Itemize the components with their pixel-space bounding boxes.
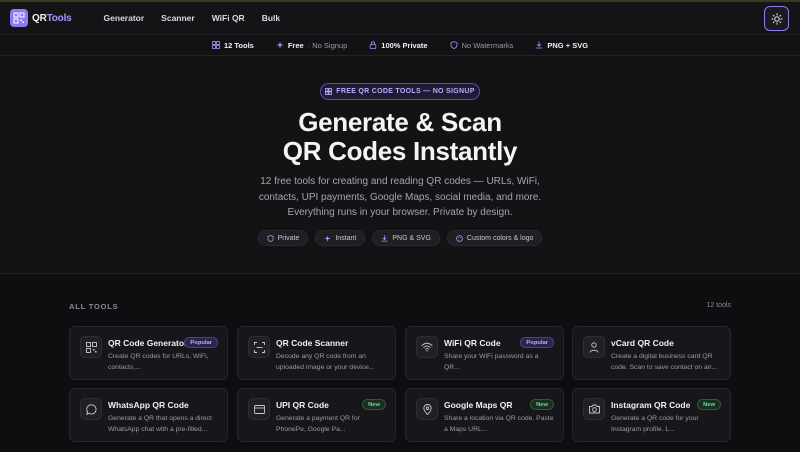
chip-label: Custom colors & logo [466,234,534,242]
card-title: vCard QR Code [611,338,674,348]
feature-no-watermarks: No Watermarks [450,40,514,50]
tools-count: 12 tools [706,302,731,309]
theme-toggle-button[interactable] [764,6,789,31]
top-navbar: QRTools Generator Scanner WiFi QR Bulk [0,2,800,35]
grid-icon [212,41,220,49]
tool-card-qr-generator[interactable]: QR Code Generator Create QR codes for UR… [69,326,228,380]
card-description: Create a digital business card QR code. … [611,353,718,371]
chat-icon [80,398,102,420]
card-description: Share a location via QR code. Paste a Ma… [444,415,554,433]
hero-title-line2: QR Codes Instantly [282,136,518,166]
shield-icon [267,234,274,242]
feature-free: Free · No Signup [276,41,347,50]
card-icon [248,398,270,420]
chip-custom-colors: Custom colors & logo [446,230,543,246]
chip-label: Instant [335,234,357,242]
feature-formats: PNG + SVG [535,41,588,50]
shield-icon [450,41,457,49]
qr-icon [80,336,102,358]
chip-label: Private [277,234,300,242]
card-description: Generate a payment QR for PhonePe, Googl… [276,415,360,433]
tool-card-whatsapp-qr[interactable]: WhatsApp QR Code Generate a QR that open… [69,388,228,442]
card-description: Create QR codes for URLs, WiFi, contacts… [108,353,209,371]
hero-title: Generate & Scan QR Codes Instantly [0,108,800,166]
logo-icon[interactable] [10,9,28,27]
card-title: QR Code Scanner [276,338,349,348]
main-nav: Generator Scanner WiFi QR Bulk [104,13,281,23]
sparkle-icon [324,234,331,242]
card-title: UPI QR Code [276,400,329,410]
palette-icon [456,234,463,242]
new-badge: New [697,399,721,410]
tool-card-upi-qr[interactable]: UPI QR Code Generate a payment QR for Ph… [237,388,396,442]
popular-badge: Popular [184,337,218,348]
chip-private: Private [257,230,309,246]
new-badge: New [530,399,554,410]
nav-wifi-qr[interactable]: WiFi QR [212,13,245,23]
sun-icon [770,12,783,25]
scan-icon [248,336,270,358]
tool-card-instagram-qr[interactable]: Instagram QR Code Generate a QR code for… [572,388,731,442]
tool-card-wifi-qr[interactable]: WiFi QR Code Share your WiFi password as… [405,326,564,380]
nav-generator[interactable]: Generator [104,13,145,23]
section-label: ALL TOOLS [69,302,119,311]
nav-bulk[interactable]: Bulk [262,13,280,23]
card-title: Google Maps QR [444,400,513,410]
wifi-icon [416,336,438,358]
hero-title-line1: Generate & Scan [298,107,502,137]
card-title: QR Code Generator [108,338,188,348]
card-title: WiFi QR Code [444,338,501,348]
sparkle-icon [276,41,284,49]
logo-suffix: Tools [46,12,72,24]
download-icon [535,41,543,49]
feature-label: 12 Tools [223,40,254,50]
chip-instant: Instant [315,230,366,246]
lock-icon [370,41,377,49]
chip-label: PNG & SVG [392,234,431,242]
card-title: Instagram QR Code [611,400,691,410]
card-description: Share your WiFi password as a QR... [444,353,539,371]
chip-png-svg: PNG & SVG [372,230,440,246]
feature-label: 100% Private [381,40,428,50]
person-icon [583,336,605,358]
tool-card-qr-scanner[interactable]: QR Code Scanner Decode any QR code from … [237,326,396,380]
hero-section: FREE QR CODE TOOLS — NO SIGNUP Generate … [0,56,800,274]
feature-label: PNG + SVG [547,40,589,50]
tool-card-vcard-qr[interactable]: vCard QR Code Create a digital business … [572,326,731,380]
card-description: Generate a QR that opens a direct WhatsA… [108,415,212,433]
hero-subtitle: 12 free tools for creating and reading Q… [258,176,542,218]
grid-icon [325,88,333,95]
popular-badge: Popular [520,337,554,348]
logo-prefix: QR [32,12,47,24]
card-title: WhatsApp QR Code [108,400,189,410]
feature-label: No Watermarks [461,40,514,50]
hero-chips: Private Instant PNG & SVG Custom colors … [0,230,800,246]
feature-private: 100% Private [369,40,428,50]
camera-icon [583,398,605,420]
pin-icon [416,398,438,420]
card-description: Generate a QR code for your Instagram pr… [611,415,699,433]
logo-text[interactable]: QRTools [32,13,72,24]
tool-card-google-maps-qr[interactable]: Google Maps QR Share a location via QR c… [405,388,564,442]
feature-tools-count: 12 Tools [212,41,254,50]
nav-scanner[interactable]: Scanner [161,13,195,23]
hero-badge: FREE QR CODE TOOLS — NO SIGNUP [320,83,480,100]
hero-badge-text: FREE QR CODE TOOLS — NO SIGNUP [336,88,475,95]
feature-label: Free [287,40,304,50]
feature-strip: 12 Tools Free · No Signup 100% Private N… [0,35,800,56]
new-badge: New [362,399,386,410]
feature-sublabel: · No Signup [307,40,348,50]
card-description: Decode any QR code from an uploaded imag… [276,353,375,371]
download-icon [381,234,388,242]
